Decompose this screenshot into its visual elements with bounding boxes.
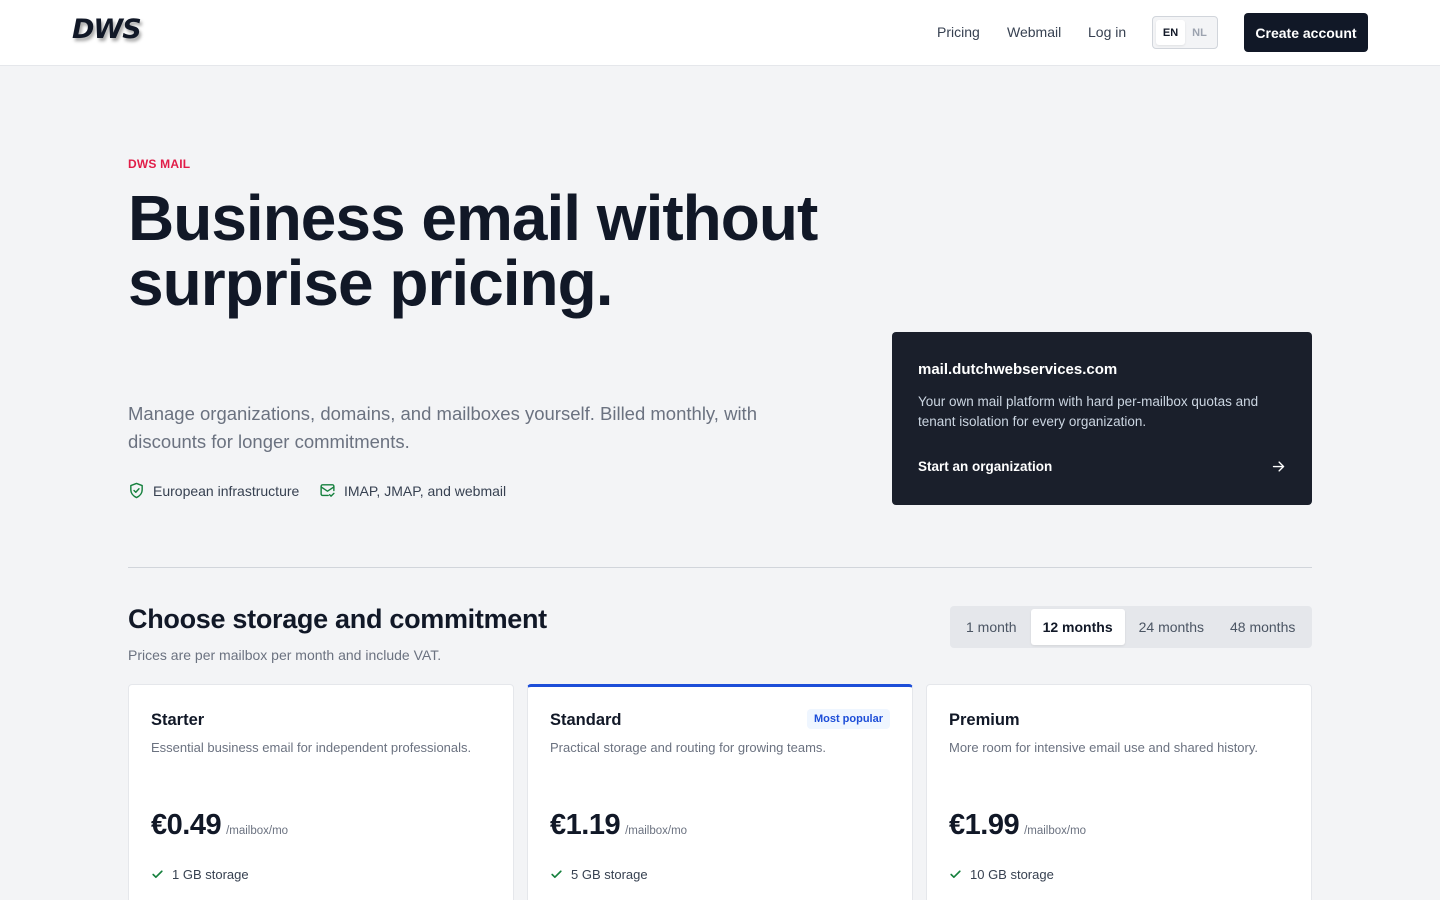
nav-pricing-link[interactable]: Pricing: [937, 22, 980, 42]
term-tab-24-months[interactable]: 24 months: [1127, 609, 1216, 645]
promo-description: Your own mail platform with hard per-mai…: [918, 394, 1259, 429]
commitment-term-tabs: 1 month 12 months 24 months 48 months: [950, 606, 1312, 648]
plan-feature: 1 GB storage: [151, 867, 249, 882]
promo-card: mail.dutchwebservices.com Your own mail …: [892, 332, 1312, 505]
plan-price-unit: /mailbox/mo: [1024, 825, 1087, 837]
shield-check-icon: [130, 482, 143, 499]
pricing-section-title: Choose storage and commitment: [128, 604, 547, 634]
plan-price: €0.49: [151, 809, 222, 841]
feature-european-infrastructure: European infrastructure: [128, 482, 299, 499]
lang-en-button[interactable]: EN: [1156, 20, 1185, 45]
section-divider: [128, 567, 1312, 568]
plan-name: Premium: [949, 711, 1020, 729]
plan-price-unit: /mailbox/mo: [226, 825, 289, 837]
hero-eyebrow: DWS MAIL: [128, 157, 191, 171]
plan-description: Practical storage and routing for growin…: [550, 740, 827, 755]
pricing-section-subtitle: Prices are per mailbox per month and inc…: [128, 647, 442, 663]
feature-label: IMAP, JMAP, and webmail: [344, 482, 507, 499]
start-organization-label: Start an organization: [918, 458, 1053, 474]
create-account-button[interactable]: Create account: [1244, 13, 1368, 52]
nav-login-link[interactable]: Log in: [1088, 22, 1126, 42]
check-icon: [152, 870, 163, 879]
arrow-right-icon: [1272, 460, 1285, 472]
plan-price: €1.19: [550, 809, 621, 841]
plan-card-standard[interactable]: Standard Most popular Practical storage …: [527, 684, 913, 900]
plan-card-premium[interactable]: Premium More room for intensive email us…: [926, 684, 1312, 900]
start-organization-link[interactable]: Start an organization: [918, 456, 1286, 476]
plan-price-unit: /mailbox/mo: [625, 825, 688, 837]
term-tab-12-months[interactable]: 12 months: [1030, 609, 1125, 645]
plan-price-row: €1.99 /mailbox/mo: [949, 809, 1086, 842]
promo-domain: mail.dutchwebservices.com: [918, 361, 1118, 378]
plan-price-row: €0.49 /mailbox/mo: [151, 809, 288, 842]
most-popular-badge: Most popular: [806, 709, 890, 729]
plan-feature: 10 GB storage: [949, 867, 1054, 882]
feature-label: European infrastructure: [153, 482, 300, 499]
feature-imap-jmap-webmail: IMAP, JMAP, and webmail: [319, 482, 506, 499]
plan-feature-label: 5 GB storage: [571, 867, 648, 882]
mail-check-icon: [320, 484, 335, 497]
hero-title: Business email without surprise pricing.: [128, 182, 818, 319]
plan-feature-label: 10 GB storage: [970, 867, 1054, 882]
plan-feature-label: 1 GB storage: [172, 867, 249, 882]
term-tab-48-months[interactable]: 48 months: [1218, 609, 1307, 645]
plan-description: Essential business email for independent…: [151, 740, 472, 755]
lang-nl-button[interactable]: NL: [1185, 20, 1214, 45]
check-icon: [950, 870, 961, 879]
hero-subtitle: Manage organizations, domains, and mailb…: [128, 403, 757, 452]
language-toggle: EN NL: [1152, 16, 1218, 49]
plan-name: Starter: [151, 711, 205, 729]
nav-webmail-link[interactable]: Webmail: [1007, 22, 1061, 42]
check-icon: [551, 870, 562, 879]
dws-logo[interactable]: DWS: [72, 14, 142, 45]
top-navbar: DWS Pricing Webmail Log in EN NL Create …: [0, 0, 1440, 66]
plan-price: €1.99: [949, 809, 1020, 841]
plan-feature: 5 GB storage: [550, 867, 648, 882]
plan-description: More room for intensive email use and sh…: [949, 740, 1259, 755]
term-tab-1-month[interactable]: 1 month: [954, 609, 1029, 645]
plan-card-starter[interactable]: Starter Essential business email for ind…: [128, 684, 514, 900]
plan-price-row: €1.19 /mailbox/mo: [550, 809, 687, 842]
